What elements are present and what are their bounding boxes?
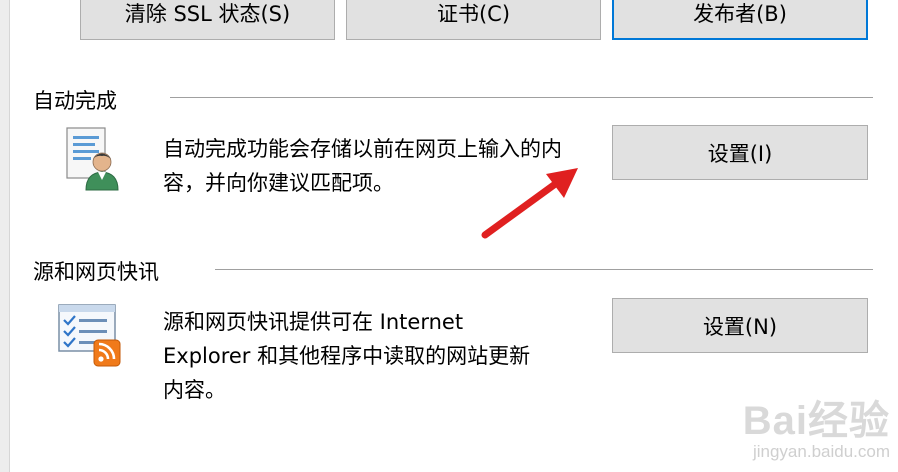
watermark-url: jingyan.baidu.com xyxy=(752,442,890,461)
clear-ssl-state-button[interactable]: 清除 SSL 状态(S) xyxy=(80,0,335,40)
autocomplete-group-separator xyxy=(170,97,873,98)
user-form-icon xyxy=(66,127,119,191)
feeds-settings-button[interactable]: 设置(N) xyxy=(612,298,868,353)
feeds-group-separator xyxy=(215,269,873,270)
rss-feed-icon xyxy=(58,304,121,367)
feeds-description: 源和网页快讯提供可在 Internet Explorer 和其他程序中读取的网站… xyxy=(163,305,603,407)
feeds-group-title: 源和网页快讯 xyxy=(33,260,159,284)
baidu-watermark: Bai经验 jingyan.baidu.com xyxy=(743,388,890,462)
autocomplete-settings-button[interactable]: 设置(I) xyxy=(612,125,868,180)
annotation-arrow xyxy=(481,168,578,239)
feeds-description-line3: 内容。 xyxy=(163,378,226,402)
feeds-description-line1: 源和网页快讯提供可在 Internet xyxy=(163,310,464,334)
certificates-button[interactable]: 证书(C) xyxy=(346,0,601,40)
feeds-description-line2: Explorer 和其他程序中读取的网站更新 xyxy=(163,344,531,368)
publishers-button[interactable]: 发布者(B) xyxy=(612,0,868,40)
watermark-brand: Bai经验 xyxy=(742,399,890,443)
autocomplete-group-title: 自动完成 xyxy=(33,89,117,113)
window-left-edge xyxy=(0,0,10,472)
